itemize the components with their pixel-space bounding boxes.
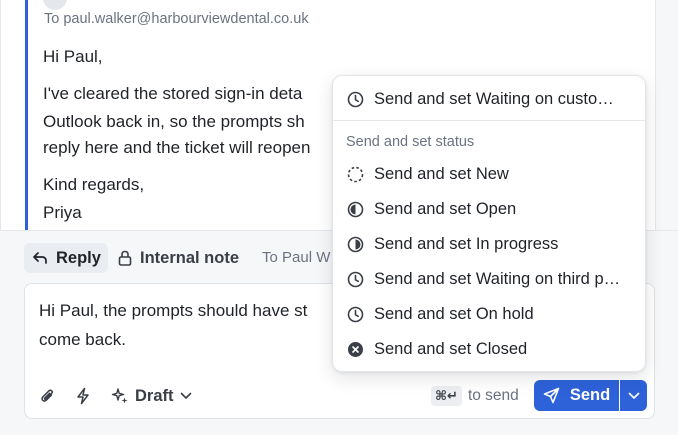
menu-item-label: Send and set New [374, 165, 509, 183]
clock-icon [346, 271, 364, 289]
avatar [43, 0, 67, 10]
menu-item-send-waiting-on-third-party[interactable]: Send and set Waiting on third p… [333, 263, 645, 296]
attach-icon[interactable] [38, 386, 58, 406]
tab-reply-label: Reply [56, 248, 101, 267]
clock-icon [346, 91, 364, 109]
paper-plane-icon [543, 387, 560, 404]
reply-arrow-icon [32, 251, 48, 265]
send-options-button[interactable] [620, 380, 647, 411]
menu-item-send-new[interactable]: Send and set New [333, 158, 645, 191]
tab-reply[interactable]: Reply [24, 243, 108, 273]
menu-item-label: Send and set Waiting on custo… [374, 90, 614, 108]
draft-button[interactable]: Draft [111, 384, 192, 408]
send-options-menu: Send and set Waiting on custo… Send and … [332, 75, 646, 372]
menu-item-send-open[interactable]: Send and set Open [333, 193, 645, 226]
menu-section-heading: Send and set status [346, 134, 475, 150]
lock-icon [118, 250, 132, 266]
status-closed-icon [346, 341, 364, 359]
status-open-icon [346, 201, 364, 219]
menu-divider [333, 120, 645, 121]
keyboard-shortcut: ⌘↵ [431, 386, 462, 406]
status-new-icon [346, 166, 364, 184]
send-button-label: Send [569, 386, 611, 404]
menu-item-label: Send and set On hold [374, 305, 534, 323]
composer-recipient[interactable]: To Paul W [262, 249, 330, 266]
menu-item-send-closed[interactable]: Send and set Closed [333, 333, 645, 366]
message-body-line: reply here and the ticket will reopen [43, 138, 311, 157]
menu-item-send-in-progress[interactable]: Send and set In progress [333, 228, 645, 261]
message-body-line: I've cleared the stored sign-in deta [43, 84, 303, 103]
message-accent-bar [25, 0, 28, 231]
recipient-line: To paul.walker@harbourviewdental.co.uk [44, 11, 309, 27]
tab-internal-note-label: Internal note [140, 248, 240, 267]
draft-button-label: Draft [135, 386, 174, 405]
menu-item-send-waiting-on-customer[interactable]: Send and set Waiting on custo… [333, 83, 645, 116]
sparkle-icon [111, 387, 129, 405]
send-shortcut-hint: ⌘↵ to send [431, 385, 519, 407]
message-closing: Kind regards, [43, 175, 145, 194]
menu-item-label: Send and set Waiting on third p… [374, 270, 621, 288]
clock-icon [346, 306, 364, 324]
message-signature: Priya [43, 203, 82, 222]
lightning-icon[interactable] [73, 386, 93, 406]
send-button[interactable]: Send [534, 380, 619, 411]
message-greeting: Hi Paul, [43, 47, 103, 66]
chevron-down-icon [180, 392, 192, 400]
menu-item-label: Send and set Closed [374, 340, 528, 358]
menu-item-send-on-hold[interactable]: Send and set On hold [333, 298, 645, 331]
shortcut-hint-label: to send [467, 387, 519, 404]
message-body-line: Outlook back in, so the prompts sh [43, 112, 305, 131]
tab-internal-note[interactable]: Internal note [118, 243, 239, 273]
menu-item-label: Send and set Open [374, 200, 517, 218]
menu-item-label: Send and set In progress [374, 235, 559, 253]
chevron-down-icon [628, 392, 640, 400]
status-in-progress-icon [346, 236, 364, 254]
